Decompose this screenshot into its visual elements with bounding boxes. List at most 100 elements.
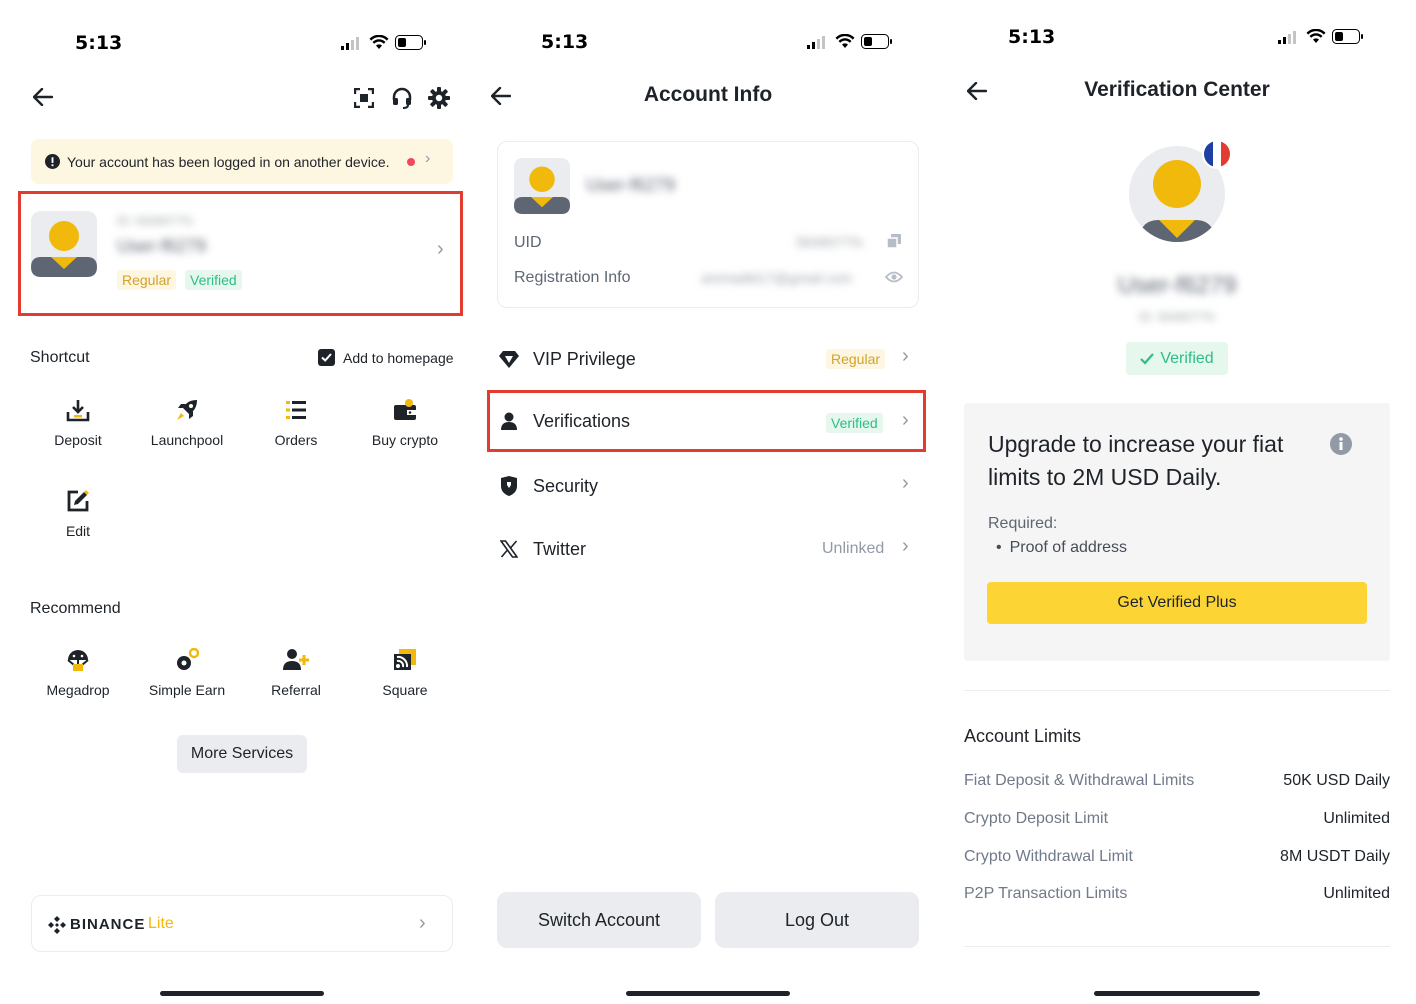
limit-label: P2P Transaction Limits — [964, 885, 1128, 902]
recommend-label: Simple Earn — [148, 682, 226, 698]
notice-text: Your account has been logged in on anoth… — [67, 154, 390, 170]
headset-icon[interactable] — [391, 87, 413, 109]
wifi-icon — [1306, 29, 1326, 43]
shortcut-orders[interactable]: Orders — [246, 398, 346, 448]
shortcut-edit[interactable]: Edit — [28, 489, 128, 539]
more-services-button[interactable]: More Services — [177, 735, 307, 773]
required-item-text: Proof of address — [1009, 539, 1128, 556]
shortcut-buy-crypto[interactable]: Buy crypto — [355, 398, 455, 448]
recommend-label: Square — [382, 682, 428, 698]
profile-card[interactable]: ID: 5649077% User-f6279 Regular Verified… — [18, 191, 463, 316]
screen-verification-center: 5:13 Verification Center User-f6279 ID: … — [944, 0, 1416, 1004]
limit-row: Crypto Deposit Limit Unlimited — [964, 810, 1390, 828]
shortcut-label: Edit — [65, 523, 91, 539]
chevron-right-icon: › — [902, 535, 909, 557]
chevron-right-icon: › — [902, 409, 909, 431]
verified-badge: Verified — [1126, 342, 1228, 375]
checkbox-checked-icon[interactable] — [318, 349, 335, 366]
menu-vip-privilege[interactable]: VIP Privilege Regular › — [472, 334, 944, 384]
page-title: Account Info — [643, 83, 773, 106]
add-user-icon — [283, 649, 309, 670]
log-out-button[interactable]: Log Out — [715, 892, 919, 948]
add-to-homepage-toggle[interactable]: Add to homepage — [318, 349, 454, 366]
eye-icon[interactable] — [885, 270, 903, 284]
shield-icon — [498, 475, 520, 497]
user-name: User-f6279 — [1117, 272, 1237, 299]
limit-label: Crypto Withdrawal Limit — [964, 848, 1133, 865]
recommend-megadrop[interactable]: Megadrop — [28, 648, 128, 698]
person-icon — [498, 410, 520, 432]
limit-row: Fiat Deposit & Withdrawal Limits 50K USD… — [964, 772, 1390, 790]
menu-verifications[interactable]: Verifications Verified › — [487, 390, 926, 452]
divider — [964, 690, 1390, 691]
chevron-right-icon: › — [425, 150, 431, 167]
deposit-icon — [66, 400, 90, 422]
status-icons — [1278, 29, 1364, 44]
screen-account-info: 5:13 Account Info User-f6279 UID 5649077… — [472, 0, 944, 1004]
recommend-title: Recommend — [30, 600, 121, 617]
recommend-referral[interactable]: Referral — [246, 648, 346, 698]
get-verified-plus-button[interactable]: Get Verified Plus — [987, 582, 1367, 624]
copy-icon[interactable] — [887, 234, 901, 248]
list-icon — [286, 401, 306, 419]
scan-icon[interactable] — [354, 88, 374, 108]
uid-value: 5649077% — [796, 234, 863, 250]
chevron-right-icon: › — [902, 345, 909, 367]
home-indicator — [626, 991, 790, 996]
page-title: Verification Center — [1084, 78, 1270, 101]
recommend-label: Megadrop — [46, 682, 110, 698]
limit-label: Crypto Deposit Limit — [964, 810, 1109, 827]
menu-label: Security — [533, 475, 599, 496]
registration-value: ammadld17@gmail.com — [701, 270, 853, 286]
battery-icon — [395, 35, 426, 50]
battery-icon — [1332, 29, 1363, 44]
switch-account-button[interactable]: Switch Account — [497, 892, 701, 948]
limit-value: Unlimited — [1323, 885, 1390, 902]
info-icon[interactable] — [1330, 433, 1352, 455]
add-to-homepage-label: Add to homepage — [343, 349, 454, 366]
shortcut-label: Orders — [274, 432, 318, 448]
profile-name: User-f6279 — [117, 236, 207, 256]
home-indicator — [1094, 991, 1260, 996]
divider — [964, 946, 1390, 947]
recommend-label: Referral — [271, 682, 321, 698]
menu-twitter[interactable]: Twitter Unlinked › — [472, 524, 944, 574]
megadrop-icon — [67, 650, 89, 671]
signal-icon — [341, 36, 359, 50]
shortcut-label: Buy crypto — [371, 432, 439, 448]
bullet: • — [996, 539, 1002, 556]
login-notice-banner[interactable]: Your account has been logged in on anoth… — [31, 139, 453, 184]
chevron-right-icon: › — [902, 472, 909, 494]
required-label: Required: — [988, 515, 1058, 532]
wallet-icon — [394, 399, 416, 420]
verified-text: Verified — [1160, 349, 1214, 367]
check-icon — [1140, 352, 1155, 365]
shortcut-label: Launchpool — [150, 432, 224, 448]
user-id: ID: 5649077% — [1138, 310, 1216, 324]
uid-label: UID — [514, 234, 542, 251]
status-time: 5:13 — [75, 32, 123, 54]
status-time: 5:13 — [541, 31, 589, 53]
screen-profile: 5:13 Your account has been logged in on … — [0, 0, 472, 1004]
signal-icon — [1278, 30, 1296, 44]
brand-suffix: Lite — [148, 915, 174, 932]
edit-icon — [67, 490, 89, 512]
limit-value: Unlimited — [1323, 810, 1390, 827]
back-arrow-icon[interactable] — [33, 88, 53, 106]
gear-icon[interactable] — [428, 87, 450, 109]
limit-value: 50K USD Daily — [1283, 772, 1390, 789]
limit-row: Crypto Withdrawal Limit 8M USDT Daily — [964, 848, 1390, 866]
square-icon — [394, 649, 416, 670]
shortcut-deposit[interactable]: Deposit — [28, 398, 128, 448]
menu-security[interactable]: Security › — [472, 461, 944, 511]
limit-value: 8M USDT Daily — [1280, 848, 1390, 865]
recommend-simple-earn[interactable]: Simple Earn — [137, 648, 237, 698]
avatar — [31, 211, 97, 277]
status-time: 5:13 — [1008, 26, 1056, 48]
wifi-icon — [369, 35, 389, 49]
recommend-square[interactable]: Square — [355, 648, 455, 698]
shortcut-launchpool[interactable]: Launchpool — [137, 398, 237, 448]
limit-label: Fiat Deposit & Withdrawal Limits — [964, 772, 1195, 789]
binance-lite-banner[interactable]: BINANCE Lite › — [31, 895, 453, 952]
diamond-icon — [498, 348, 520, 370]
